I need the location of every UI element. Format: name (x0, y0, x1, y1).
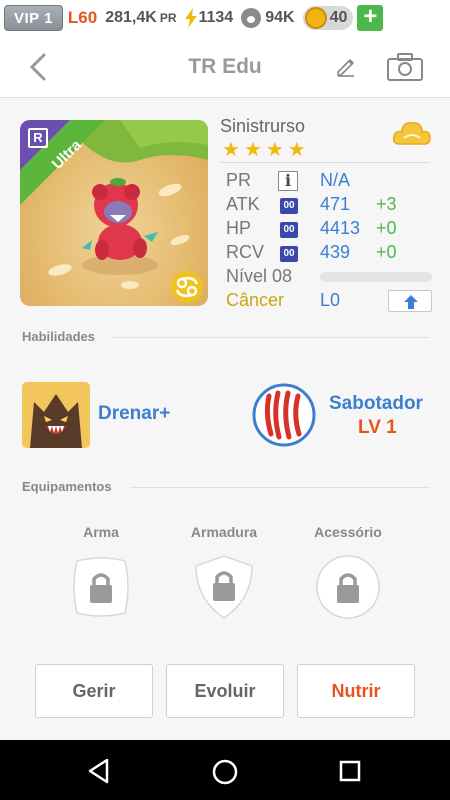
stat-value: 4413 (320, 218, 361, 238)
stat-bonus: +3 (376, 194, 397, 214)
paws: 94K (241, 8, 295, 28)
arrow-up-icon (404, 295, 418, 309)
stat-row-hp: HP 00 4413 +0 (226, 218, 436, 242)
star-icon: ★ (265, 139, 284, 161)
stat-bonus: +0 (376, 218, 397, 238)
stat-label: HP (226, 218, 252, 238)
stat-bonus: +0 (376, 242, 397, 262)
coins-value: 40 (329, 9, 348, 26)
zodiac-sign: Câncer (226, 290, 285, 310)
camera-icon[interactable] (386, 52, 424, 82)
paws-value: 94K (265, 9, 295, 26)
stat-value: 471 (320, 194, 351, 214)
nav-recents-icon[interactable] (339, 760, 361, 782)
stat-value: 439 (320, 242, 351, 262)
nav-back-icon[interactable] (87, 758, 111, 784)
star-rating: ★ ★ ★ ★ (222, 140, 306, 160)
stat-badge: 00 (280, 222, 298, 238)
paw-icon (241, 8, 262, 28)
section-divider (112, 337, 430, 338)
page-header: TR Edu (0, 36, 450, 98)
skill-name[interactable]: Sabotador (329, 393, 423, 415)
armor-slot[interactable] (190, 553, 258, 621)
stat-badge: 00 (280, 198, 298, 214)
skill-level: LV 1 (358, 417, 397, 438)
rarity-letter-badge: R (28, 128, 48, 148)
manage-button[interactable]: Gerir (35, 664, 153, 718)
vip-badge[interactable]: VIP 1 (4, 5, 63, 31)
skill-drain-icon[interactable] (22, 382, 90, 448)
equipment-section-title: Equipamentos (22, 479, 112, 494)
equip-label-accessory: Acessório (314, 524, 382, 540)
cancer-zodiac-icon (171, 271, 203, 303)
coin-icon (304, 7, 327, 29)
add-coins-button[interactable]: + (357, 5, 384, 31)
nurture-button[interactable]: Nutrir (297, 664, 415, 718)
stat-row-pr: PR i N/A (226, 170, 436, 194)
claw-scratch-icon[interactable] (251, 382, 317, 448)
power-rating-unit: PR (159, 11, 177, 25)
weapon-slot[interactable] (67, 553, 135, 621)
coins: 40 (302, 6, 354, 30)
werewolf-icon (22, 382, 90, 448)
player-level: L60 (67, 8, 98, 27)
power-rating-value: 281,4K (105, 9, 157, 26)
divider (220, 162, 430, 163)
stat-badge: 00 (280, 246, 298, 262)
evolution-level: L0 (320, 290, 341, 310)
pencil-icon[interactable] (334, 54, 358, 78)
power-rating: 281,4K PR (105, 9, 176, 27)
stat-value: N/A (320, 170, 351, 190)
star-icon: ★ (287, 139, 306, 161)
stat-row-rcv: RCV 00 439 +0 (226, 242, 436, 266)
xp-progress-bar (320, 272, 432, 282)
stat-label: PR (226, 170, 252, 190)
stat-label: ATK (226, 194, 260, 214)
star-icon: ★ (222, 139, 240, 161)
equip-label-weapon: Arma (83, 524, 119, 540)
pet-level: Nível 08 (226, 266, 293, 286)
pet-portrait[interactable]: Ultra R (20, 120, 208, 306)
skill-name[interactable]: Drenar+ (98, 403, 170, 425)
lightning-icon (185, 8, 198, 28)
status-bar: VIP 1 L60 281,4K PR 1134 94K 40 + (0, 0, 450, 36)
rarity-letter: R (33, 130, 43, 145)
energy: 1134 (184, 8, 233, 28)
energy-value: 1134 (198, 9, 234, 26)
evolve-button[interactable]: Evoluir (166, 664, 284, 718)
element-cloud-icon (392, 122, 431, 145)
pet-name: Sinistrurso (220, 116, 306, 136)
stat-label: RCV (226, 242, 265, 262)
accessory-slot[interactable] (314, 553, 382, 621)
skills-section-title: Habilidades (22, 329, 95, 344)
equip-label-armor: Armadura (190, 524, 258, 540)
section-divider (130, 487, 430, 488)
upgrade-button[interactable] (388, 290, 432, 312)
android-navigation-bar (0, 740, 450, 800)
star-icon: ★ (243, 139, 262, 161)
nav-home-icon[interactable] (211, 758, 239, 786)
stat-row-atk: ATK 00 471 +3 (226, 194, 436, 218)
info-icon[interactable]: i (278, 171, 298, 191)
page-title: TR Edu (188, 55, 262, 78)
